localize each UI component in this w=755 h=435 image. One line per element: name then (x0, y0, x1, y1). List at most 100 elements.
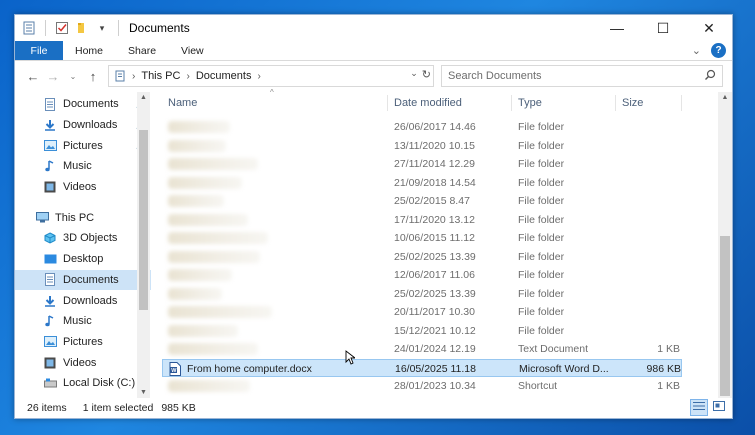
table-row[interactable]: 26/06/2017 14.46 File folder (162, 118, 718, 137)
nav-item-documents[interactable]: Documents (15, 269, 151, 291)
new-folder-icon[interactable] (74, 20, 90, 36)
3d-objects-icon (43, 231, 57, 245)
nav-item-desktop[interactable]: Desktop (15, 249, 151, 270)
column-header-type[interactable]: Type (512, 95, 616, 111)
search-icon[interactable] (704, 69, 716, 84)
location-icon (114, 70, 126, 82)
forward-arrow-icon[interactable]: → (43, 69, 63, 84)
nav-item-quick-music[interactable]: Music (15, 156, 151, 177)
nav-item-label: Music (63, 160, 92, 173)
up-arrow-icon[interactable]: ↑ (83, 69, 103, 84)
table-row[interactable]: 25/02/2015 8.47 File folder (162, 192, 718, 211)
table-row[interactable]: 24/01/2024 12.19 Text Document 1 KB (162, 340, 718, 359)
nav-item-label: Downloads (63, 294, 118, 307)
blurred-file-name (168, 195, 224, 207)
large-icons-view-button[interactable] (710, 399, 728, 416)
column-header-date-modified[interactable]: Date modified (388, 95, 512, 111)
address-bar[interactable]: › This PC › Documents › ⌄ ↻ (108, 65, 434, 87)
table-row[interactable]: 15/12/2021 10.12 File folder (162, 322, 718, 341)
refresh-icon[interactable]: ↻ (422, 68, 431, 81)
toolbar-divider (118, 20, 119, 36)
svg-text:W: W (171, 368, 177, 374)
cell-type: File folder (518, 324, 565, 337)
tab-file[interactable]: File (15, 41, 63, 60)
documents-icon (43, 97, 57, 111)
file-list-scrollbar[interactable]: ▲ (718, 92, 732, 398)
nav-item-3d-objects[interactable]: 3D Objects (15, 228, 151, 249)
help-icon[interactable]: ? (711, 43, 726, 58)
cell-type: File folder (518, 195, 565, 207)
cell-size: 1 KB (657, 380, 680, 392)
table-row[interactable]: 17/11/2020 13.12 File folder (162, 211, 718, 230)
search-input[interactable]: Search Documents (448, 70, 542, 82)
explorer-app-icon[interactable] (21, 20, 37, 36)
breadcrumb-documents[interactable]: Documents (196, 70, 252, 82)
maximize-button[interactable]: ☐ (640, 15, 686, 41)
minimize-button[interactable]: — (594, 15, 640, 41)
tab-share[interactable]: Share (120, 41, 173, 60)
nav-item-videos[interactable]: Videos (15, 352, 151, 373)
item-count: 26 items (27, 402, 67, 414)
tab-view[interactable]: View (173, 41, 221, 60)
explorer-window: ▾ Documents — ☐ ✕ File Home Share View ⌄… (14, 14, 733, 419)
nav-item-downloads[interactable]: Downloads (15, 290, 151, 311)
cell-type: File folder (518, 121, 565, 133)
back-arrow-icon[interactable]: ← (23, 69, 43, 84)
table-row[interactable]: 25/02/2025 13.39 File folder (162, 285, 718, 304)
main-body: Documents 📌 Downloads 📌 Pictures 📌 Music… (15, 88, 732, 398)
table-row[interactable]: 20/11/2017 10.30 File folder (162, 303, 718, 322)
nav-item-music[interactable]: Music (15, 311, 151, 332)
scroll-up-arrow-icon[interactable]: ▲ (718, 94, 732, 101)
cell-date: 27/11/2014 12.29 (394, 158, 475, 170)
nav-item-local-disk[interactable]: Local Disk (C:) (15, 373, 151, 394)
window-title: Documents (129, 21, 190, 35)
breadcrumb-separator-icon[interactable]: › (257, 71, 260, 82)
blurred-file-name (168, 324, 238, 337)
downloads-icon (43, 118, 57, 132)
table-row[interactable]: W From home computer.docx 16/05/2025 11.18… (162, 358, 682, 377)
column-header-size[interactable]: Size (616, 95, 682, 111)
nav-item-label: 3D Objects (63, 232, 118, 245)
nav-item-pictures[interactable]: Pictures (15, 332, 151, 353)
column-header-name[interactable]: Name (162, 95, 388, 111)
details-view-button[interactable] (690, 399, 708, 416)
cell-date: 10/06/2015 11.12 (394, 232, 475, 244)
cell-date: 25/02/2025 13.39 (394, 287, 476, 300)
cell-date: 25/02/2015 8.47 (394, 195, 470, 207)
nav-item-quick-downloads[interactable]: Downloads 📌 (15, 115, 151, 136)
table-row[interactable]: 25/02/2025 13.39 File folder (162, 248, 718, 267)
table-row[interactable]: 28/01/2023 10.34 Shortcut 1 KB (162, 377, 718, 396)
cell-date: 25/02/2025 13.39 (394, 250, 476, 263)
table-row[interactable]: 21/09/2018 14.54 File folder (162, 174, 718, 193)
close-button[interactable]: ✕ (686, 15, 732, 41)
cell-size: 1 KB (657, 343, 680, 355)
recent-locations-chevron-icon[interactable]: ⌄ (63, 72, 83, 81)
blurred-file-name (168, 176, 242, 189)
table-row[interactable]: 13/11/2020 10.15 File folder (162, 137, 718, 156)
nav-item-this-pc[interactable]: This PC (15, 207, 151, 228)
search-box[interactable]: Search Documents (441, 65, 723, 87)
ribbon-right-controls: ⌄ ? (692, 43, 726, 58)
table-row[interactable]: 27/11/2014 12.29 File folder (162, 155, 718, 174)
scroll-down-arrow-icon[interactable]: ▼ (137, 389, 150, 396)
tab-home[interactable]: Home (63, 41, 120, 60)
address-history-chevron-icon[interactable]: ⌄ (410, 68, 418, 81)
nav-scrollbar[interactable]: ▲ ▼ (137, 92, 150, 398)
properties-icon[interactable] (54, 20, 70, 36)
nav-scrollbar-thumb[interactable] (139, 130, 148, 310)
scroll-up-arrow-icon[interactable]: ▲ (137, 94, 150, 101)
cell-date: 28/01/2023 10.34 (394, 380, 476, 392)
cell-date: 26/06/2017 14.46 (394, 121, 476, 133)
breadcrumb-separator-icon[interactable]: › (186, 71, 189, 82)
nav-item-label: Documents (63, 273, 119, 286)
nav-item-quick-videos[interactable]: Videos (15, 177, 151, 198)
nav-item-quick-pictures[interactable]: Pictures 📌 (15, 135, 151, 156)
nav-item-quick-documents[interactable]: Documents 📌 (15, 94, 151, 115)
table-row[interactable]: 12/06/2017 11.06 File folder (162, 266, 718, 285)
expand-ribbon-chevron-icon[interactable]: ⌄ (692, 44, 701, 57)
customize-toolbar-icon[interactable]: ▾ (94, 20, 110, 36)
breadcrumb-separator-icon[interactable]: › (132, 71, 135, 82)
breadcrumb-this-pc[interactable]: This PC (141, 70, 180, 82)
file-list-scrollbar-thumb[interactable] (720, 236, 730, 396)
table-row[interactable]: 10/06/2015 11.12 File folder (162, 229, 718, 248)
